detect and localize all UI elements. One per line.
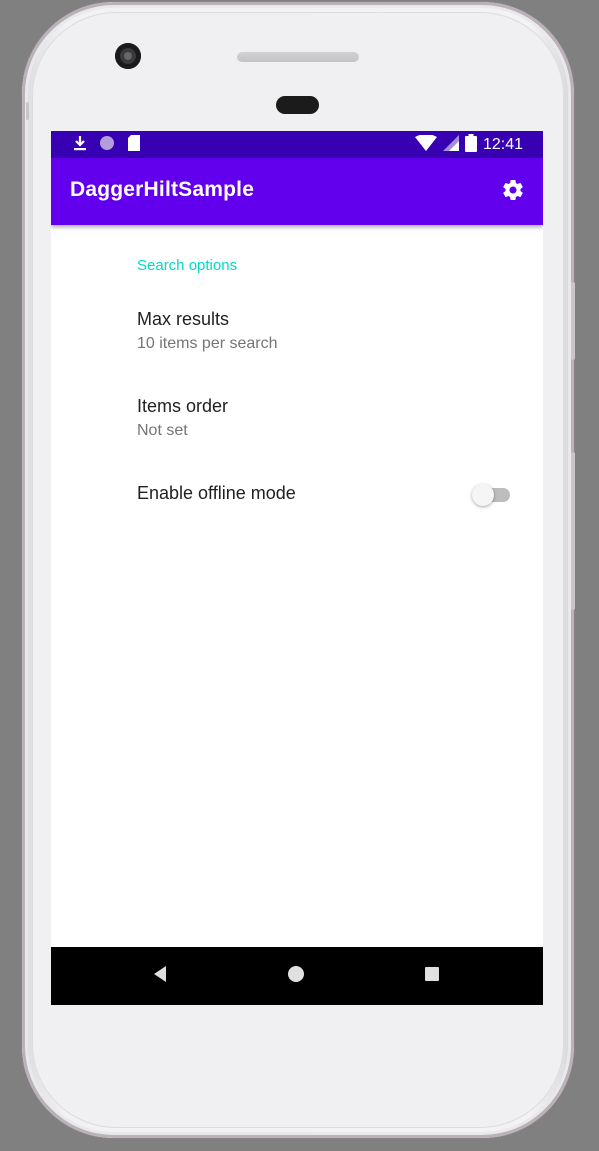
volume-button <box>571 452 575 610</box>
navigation-bar <box>51 947 543 1005</box>
app-title: DaggerHiltSample <box>70 178 255 201</box>
home-icon <box>287 965 305 987</box>
recents-icon <box>424 966 440 986</box>
pref-title: Items order <box>137 396 229 416</box>
pref-title: Max results <box>137 309 230 329</box>
pref-items-order[interactable]: Items order Not set <box>137 396 228 440</box>
offline-mode-switch[interactable] <box>472 483 510 507</box>
app-bar: DaggerHiltSample <box>51 158 543 225</box>
settings-button[interactable] <box>499 178 527 206</box>
gear-icon <box>501 178 525 206</box>
pref-summary: Not set <box>137 422 188 439</box>
back-button[interactable] <box>148 964 172 988</box>
pref-summary: 10 items per search <box>137 335 278 352</box>
cell-signal-icon <box>442 135 459 155</box>
pref-offline-mode[interactable]: Enable offline mode <box>137 483 296 504</box>
power-button <box>571 282 575 360</box>
home-button[interactable] <box>284 964 308 988</box>
circle-notification-icon <box>99 135 115 155</box>
earpiece-speaker <box>237 52 359 62</box>
back-icon <box>152 965 168 987</box>
sd-card-icon <box>127 135 141 155</box>
battery-icon <box>464 134 477 156</box>
wifi-icon <box>414 134 437 155</box>
category-search-options: Search options <box>137 257 238 274</box>
status-bar: 12:41 <box>51 131 543 158</box>
status-time: 12:41 <box>482 136 523 153</box>
pref-max-results[interactable]: Max results 10 items per search <box>137 309 278 353</box>
device-screen: 12:41 DaggerHiltSample Search options Ma… <box>51 131 543 1005</box>
recents-button[interactable] <box>420 964 444 988</box>
pref-title: Enable offline mode <box>137 483 296 503</box>
left-edge-button <box>26 102 29 120</box>
download-icon <box>73 135 87 155</box>
switch-thumb <box>472 484 494 506</box>
front-camera <box>115 43 141 69</box>
proximity-sensor <box>276 96 319 114</box>
